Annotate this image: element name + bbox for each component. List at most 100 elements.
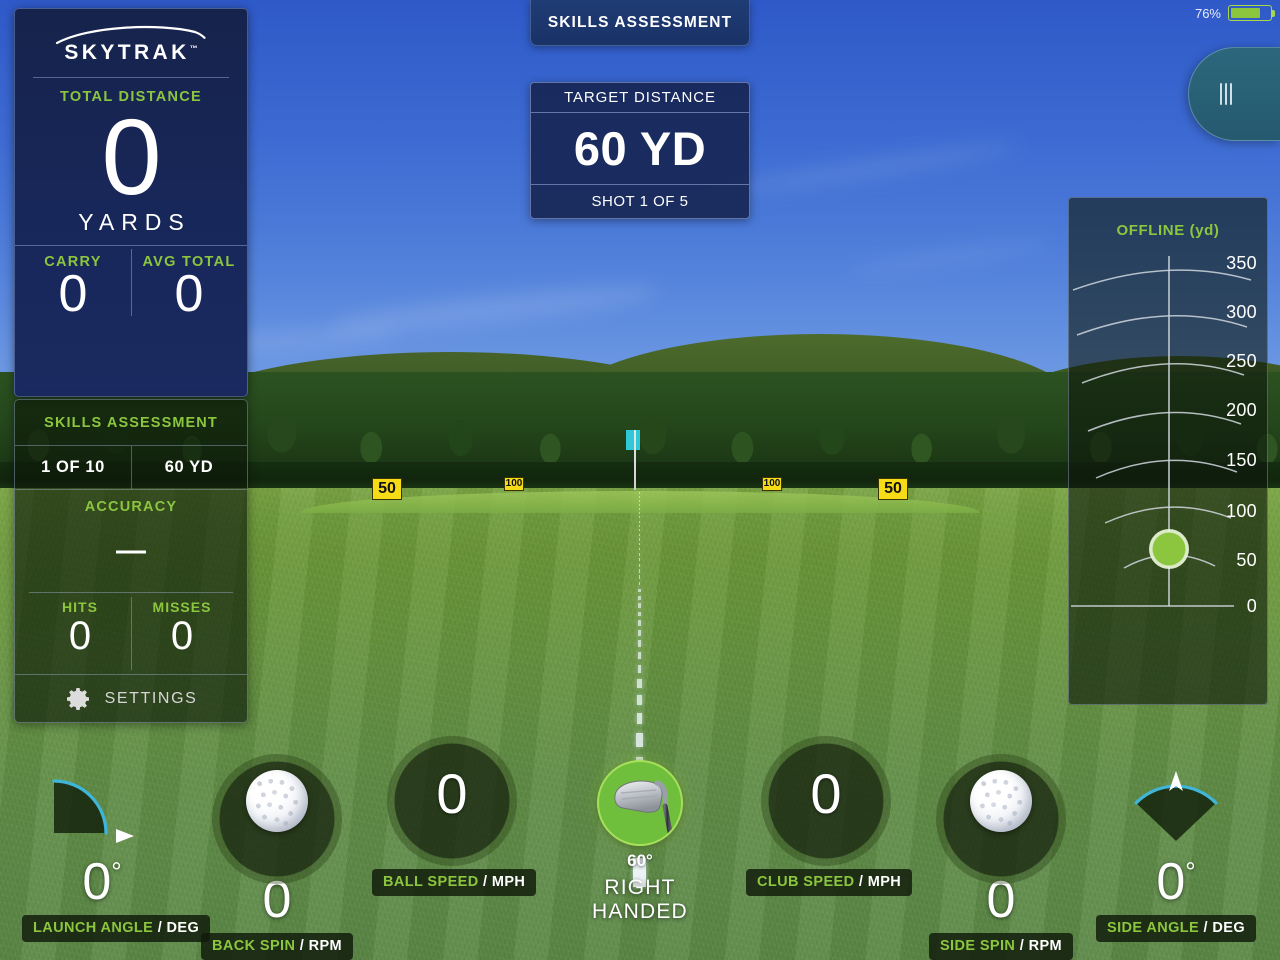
yardage-marker: 50 xyxy=(878,478,908,500)
metric-launch-angle-label: LAUNCH ANGLE / DEG xyxy=(22,915,211,942)
target-distance-box: TARGET DISTANCE 60 YD SHOT 1 OF 5 xyxy=(530,82,750,219)
metric-back-spin: 0 BACK SPIN / RPM xyxy=(197,752,357,960)
menu-bars-icon xyxy=(1219,83,1232,105)
aim-line-dash xyxy=(636,694,643,705)
aim-line-dash xyxy=(638,524,641,527)
carry-value: 0 xyxy=(58,264,88,323)
mode-tab[interactable]: SKILLS ASSESSMENT xyxy=(530,0,750,46)
total-distance-unit: YARDS xyxy=(78,208,191,235)
aim-line-dash xyxy=(638,588,641,593)
club-selector[interactable]: 60° RIGHT HANDED xyxy=(575,760,705,924)
metric-side-spin: 0 SIDE SPIN / RPM xyxy=(921,752,1081,960)
metric-side-spin-label: SIDE SPIN / RPM xyxy=(928,933,1074,960)
aim-line-dash xyxy=(638,558,641,561)
accuracy-value: — xyxy=(116,534,146,567)
skills-progress-row: 1 OF 10 60 YD xyxy=(15,446,247,490)
target-distance-main: 60 YD xyxy=(531,113,749,185)
yardage-marker: 100 xyxy=(762,477,782,491)
hits-label: HITS xyxy=(62,599,98,615)
settings-button[interactable]: SETTINGS xyxy=(15,674,247,722)
aim-line-dash xyxy=(638,512,641,515)
target-distance-label: TARGET DISTANCE xyxy=(564,89,716,106)
aim-line-dash xyxy=(638,595,641,600)
aim-line-dash xyxy=(638,492,641,494)
flag-pole-icon xyxy=(634,430,636,490)
metric-side-angle: 0° SIDE ANGLE / DEG xyxy=(1096,752,1256,942)
side-angle-fan-icon xyxy=(1134,771,1218,841)
aim-line-dash xyxy=(638,533,641,536)
metric-launch-angle-value: 0° xyxy=(82,853,122,911)
aim-line-dash xyxy=(638,563,641,567)
offline-tick-label: 150 xyxy=(1226,450,1257,470)
distance-panel: SKYTRAK™ TOTAL DISTANCE 0 YARDS CARRY 0 … xyxy=(14,8,248,397)
metric-side-angle-label: SIDE ANGLE / DEG xyxy=(1096,915,1256,942)
aim-line-dash xyxy=(637,640,642,647)
divider xyxy=(131,248,132,316)
yardage-marker: 100 xyxy=(504,477,524,491)
mode-tab-label: SKILLS ASSESSMENT xyxy=(547,13,733,31)
golf-ball-icon xyxy=(970,770,1032,832)
aim-line-dash xyxy=(638,611,641,617)
metric-back-spin-label: BACK SPIN / RPM xyxy=(200,933,354,960)
target-distance-value: 60 YD xyxy=(573,122,707,175)
logo-trademark: ™ xyxy=(189,44,198,53)
misses-stat: MISSES 0 xyxy=(131,593,233,674)
circle-value-icon: 0 xyxy=(376,736,528,866)
aim-line-dash xyxy=(636,733,643,747)
golf-club-wedge-icon xyxy=(614,780,673,835)
yardage-marker: 50 xyxy=(372,478,402,500)
aim-line-dash xyxy=(638,552,641,556)
golf-ball-icon xyxy=(246,770,308,832)
battery-percent: 76% xyxy=(1194,5,1221,21)
metric-ball-speed-value: 0 xyxy=(436,762,468,825)
accuracy-label: ACCURACY xyxy=(84,499,178,515)
shot-counter: SHOT 1 OF 5 xyxy=(591,193,689,210)
accuracy-block: ACCURACY — xyxy=(15,490,247,592)
aim-line-dash xyxy=(638,569,641,573)
metric-club-speed: 0 CLUB SPEED / MPH xyxy=(746,736,913,896)
skills-panel-title-text: SKILLS ASSESSMENT xyxy=(44,414,218,431)
metric-circle-backdrop xyxy=(201,754,353,884)
skills-assessment-panel[interactable]: SKILLS ASSESSMENT 1 OF 10 60 YD ACCURACY… xyxy=(14,399,248,723)
logo-wordmark: SKYTRAK™ xyxy=(64,41,198,64)
flag-cloth-icon xyxy=(626,430,640,450)
metric-ball-speed-label: BALL SPEED / MPH xyxy=(372,869,537,896)
aim-line-dash xyxy=(638,516,641,519)
skills-distance: 60 YD xyxy=(164,458,214,476)
aim-line-dash xyxy=(638,629,641,636)
skytrak-logo: SKYTRAK™ xyxy=(15,9,247,72)
offline-tick-label: 250 xyxy=(1226,351,1257,371)
metric-side-angle-unit: / DEG xyxy=(1203,920,1245,936)
aim-line-dash xyxy=(636,712,643,725)
handedness-label: RIGHT HANDED xyxy=(592,876,688,923)
metric-ball-speed-unit: / MPH xyxy=(483,874,526,890)
total-distance-value: 0 xyxy=(101,96,161,217)
carry-stat: CARRY 0 xyxy=(15,245,131,320)
offline-tick-label: 300 xyxy=(1226,302,1257,322)
carry-avg-row: CARRY 0 AVG TOTAL 0 xyxy=(15,244,247,320)
hits-misses-row: HITS 0 MISSES 0 xyxy=(29,592,233,674)
battery-cap xyxy=(1272,10,1275,17)
battery-fill xyxy=(1230,7,1261,19)
metric-icon-holder xyxy=(1100,752,1252,862)
club-icon-circle[interactable] xyxy=(597,760,683,846)
app-root: 50 100 100 50 SKYTRAK™ TOTAL DISTANCE 0 YAR… xyxy=(0,0,1280,960)
aim-line-dash xyxy=(638,500,641,502)
circle-value-icon: 0 xyxy=(750,736,902,866)
aim-line-dash xyxy=(638,496,641,498)
offline-panel: OFFLINE (yd) 350300250200150100500 0 YAR… xyxy=(1068,197,1268,705)
aim-line-dash xyxy=(638,504,641,507)
target-distance-header: TARGET DISTANCE xyxy=(531,83,749,113)
metric-club-speed-value: 0 xyxy=(810,762,842,825)
aim-line-dash xyxy=(637,651,642,660)
gear-icon xyxy=(66,687,89,710)
aim-line-dash xyxy=(638,620,641,626)
side-menu-handle[interactable] xyxy=(1188,47,1280,141)
offline-tick-label: 0 xyxy=(1246,596,1257,616)
aim-line-dash xyxy=(638,520,641,523)
metric-circle-backdrop xyxy=(925,754,1077,884)
aim-line-dash xyxy=(638,508,641,511)
misses-value: 0 xyxy=(170,614,194,658)
aim-line-dash xyxy=(637,664,642,673)
aim-line-dash xyxy=(638,529,641,532)
